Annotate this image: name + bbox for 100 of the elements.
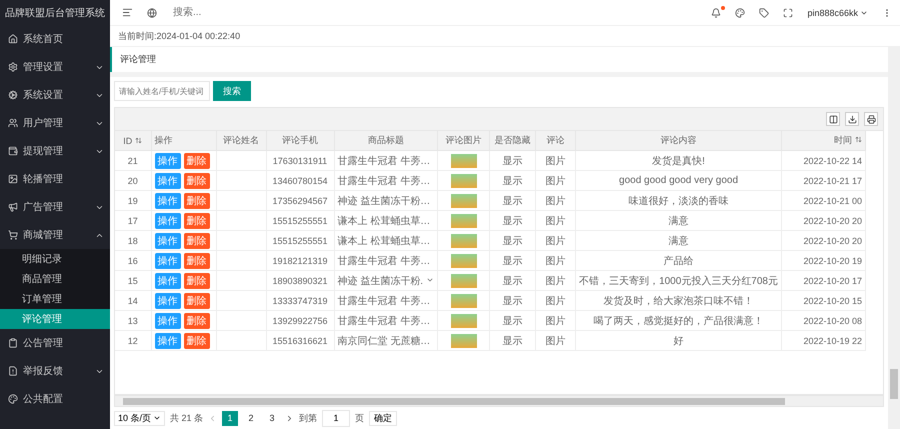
table-cell: 满意	[576, 230, 782, 250]
current-time: 当前时间:2024-01-04 00:22:40	[110, 26, 900, 47]
table-cell: 15516316621	[266, 330, 334, 350]
table-cell: 味道很好，淡淡的香味	[576, 190, 782, 210]
action-button[interactable]: 操作	[154, 232, 180, 248]
table-cell: 甘露生牛冠君 牛蒡…	[334, 250, 438, 270]
sidebar-subitem[interactable]: 订单管理	[0, 289, 110, 309]
delete-button[interactable]: 删除	[184, 272, 210, 288]
horizontal-scrollbar[interactable]	[114, 395, 884, 407]
photo-placeholder	[450, 294, 477, 308]
confirm-button[interactable]: 确定	[369, 410, 398, 426]
sidebar-item[interactable]: 举报反馈	[0, 357, 110, 385]
table-cell: 显示	[490, 290, 536, 310]
sidebar-item[interactable]: 公告管理	[0, 329, 110, 357]
export-icon[interactable]	[845, 112, 859, 126]
table-cell: 显示	[490, 190, 536, 210]
table-cell: 15515255551	[266, 230, 334, 250]
sidebar-item[interactable]: 轮播管理	[0, 165, 110, 193]
sidebar-item[interactable]: 广告管理	[0, 193, 110, 221]
search-button[interactable]: 搜索	[213, 81, 251, 101]
action-button[interactable]: 操作	[154, 272, 180, 288]
table-cell: 发货是真快!	[576, 150, 782, 170]
table-cell: 发货及时，给大家泡茶口味不错！	[576, 290, 782, 310]
table-cell: 显示	[490, 250, 536, 270]
palette-icon[interactable]	[735, 8, 746, 18]
table-cell: 15515255551	[266, 210, 334, 230]
column-header[interactable]: ID	[115, 131, 151, 150]
sidebar-subitem[interactable]: 评论管理	[0, 309, 110, 329]
sidebar-item[interactable]: 系统首页	[0, 25, 110, 53]
print-icon[interactable]	[864, 112, 878, 126]
sort-icon[interactable]	[855, 136, 862, 143]
page-tab[interactable]: 评论管理	[110, 47, 156, 72]
sidebar-item[interactable]: 商城管理	[0, 221, 110, 249]
delete-button[interactable]: 删除	[184, 192, 210, 208]
sidebar-item[interactable]: 用户管理	[0, 109, 110, 137]
table-cell: 甘露生牛冠君 牛蒡…	[334, 170, 438, 190]
delete-button[interactable]: 删除	[184, 332, 210, 348]
page-size-select[interactable]: 10 条/页	[114, 410, 166, 426]
user-menu[interactable]: pin888c66kk	[807, 8, 868, 18]
action-button[interactable]: 操作	[154, 292, 180, 308]
action-button[interactable]: 操作	[154, 212, 180, 228]
settings-icon	[8, 90, 18, 100]
columns-icon[interactable]	[826, 112, 840, 126]
table-cell: 2022-10-21 17	[782, 170, 866, 190]
table-cell: 15	[115, 270, 151, 290]
table-cell: 17356294567	[266, 190, 334, 210]
globe-icon[interactable]	[147, 8, 157, 18]
page-input[interactable]: 1	[322, 410, 350, 426]
table-cell: 2022-10-20 17	[782, 270, 866, 290]
delete-button[interactable]: 删除	[184, 252, 210, 268]
table-cell: 甘露生牛冠君 牛蒡…	[334, 310, 438, 330]
palette-icon	[8, 394, 18, 404]
report-icon	[8, 366, 18, 376]
tag-icon[interactable]	[759, 8, 770, 18]
table-cell: 图片	[536, 190, 576, 210]
delete-button[interactable]: 删除	[184, 172, 210, 188]
search-field[interactable]: 搜索...	[171, 6, 295, 19]
sidebar-subitem[interactable]: 明细记录	[0, 249, 110, 269]
goto-label: 到第	[299, 412, 318, 424]
table-cell: 2022-10-21 00	[782, 190, 866, 210]
table-cell: 好	[576, 330, 782, 350]
action-button[interactable]: 操作	[154, 152, 180, 168]
users-icon	[8, 118, 18, 128]
action-button[interactable]: 操作	[154, 332, 180, 348]
action-button[interactable]: 操作	[154, 312, 180, 328]
search-input[interactable]: 请输入姓名/手机/关键词	[114, 81, 210, 101]
table-cell: 南京同仁堂 无蔗糖…	[334, 330, 438, 350]
sidebar-subitem[interactable]: 商品管理	[0, 269, 110, 289]
action-button[interactable]: 操作	[154, 172, 180, 188]
table-cell: 满意	[576, 210, 782, 230]
photo-placeholder	[450, 174, 477, 188]
delete-button[interactable]: 删除	[184, 232, 210, 248]
delete-button[interactable]: 删除	[184, 212, 210, 228]
action-button[interactable]: 操作	[154, 192, 180, 208]
photo-placeholder	[450, 254, 477, 268]
menu-icon[interactable]	[122, 7, 133, 18]
sort-icon[interactable]	[135, 136, 142, 144]
table-cell: 显示	[490, 210, 536, 230]
table-cell: 显示	[490, 310, 536, 330]
column-header[interactable]: 时间	[782, 131, 866, 150]
page-number[interactable]: 2	[243, 410, 260, 426]
sidebar-item[interactable]: 公共配置	[0, 385, 110, 413]
table-cell: 显示	[490, 330, 536, 350]
photo-placeholder	[450, 194, 477, 208]
sidebar-item[interactable]: 管理设置	[0, 53, 110, 81]
page-number[interactable]: 3	[264, 410, 280, 426]
table-cell: 甘露生牛冠君 牛蒡…	[334, 290, 438, 310]
sidebar-item[interactable]: 系统设置	[0, 81, 110, 109]
photo-placeholder	[450, 314, 477, 328]
fullscreen-icon[interactable]	[783, 8, 794, 18]
sidebar-item[interactable]: 提现管理	[0, 137, 110, 165]
column-header: 评论图片	[438, 131, 490, 150]
page-number[interactable]: 1	[222, 410, 238, 426]
table-cell: 不错，三天寄到，1000元投入三天分红708元	[576, 270, 782, 290]
delete-button[interactable]: 删除	[184, 292, 210, 308]
delete-button[interactable]: 删除	[184, 312, 210, 328]
action-button[interactable]: 操作	[154, 252, 180, 268]
delete-button[interactable]: 删除	[184, 152, 210, 168]
gear-icon	[8, 62, 18, 72]
table-cell: 显示	[490, 170, 536, 190]
